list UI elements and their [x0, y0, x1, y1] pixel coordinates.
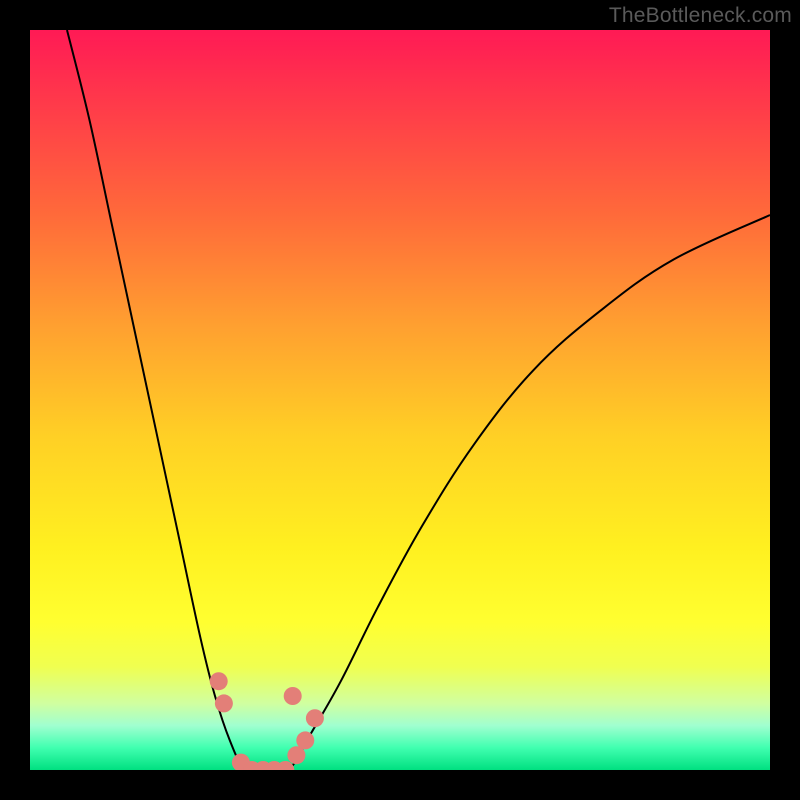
marker-dot — [306, 709, 324, 727]
marker-dot — [284, 687, 302, 705]
marker-dot — [210, 672, 228, 690]
chart-svg — [30, 30, 770, 770]
bottleneck-curve — [67, 30, 770, 770]
marker-dot — [215, 694, 233, 712]
marker-layer — [210, 672, 324, 770]
curve-layer — [67, 30, 770, 770]
marker-dot — [296, 731, 314, 749]
chart-plot-area — [30, 30, 770, 770]
chart-frame: TheBottleneck.com — [0, 0, 800, 800]
watermark-text: TheBottleneck.com — [609, 4, 792, 28]
